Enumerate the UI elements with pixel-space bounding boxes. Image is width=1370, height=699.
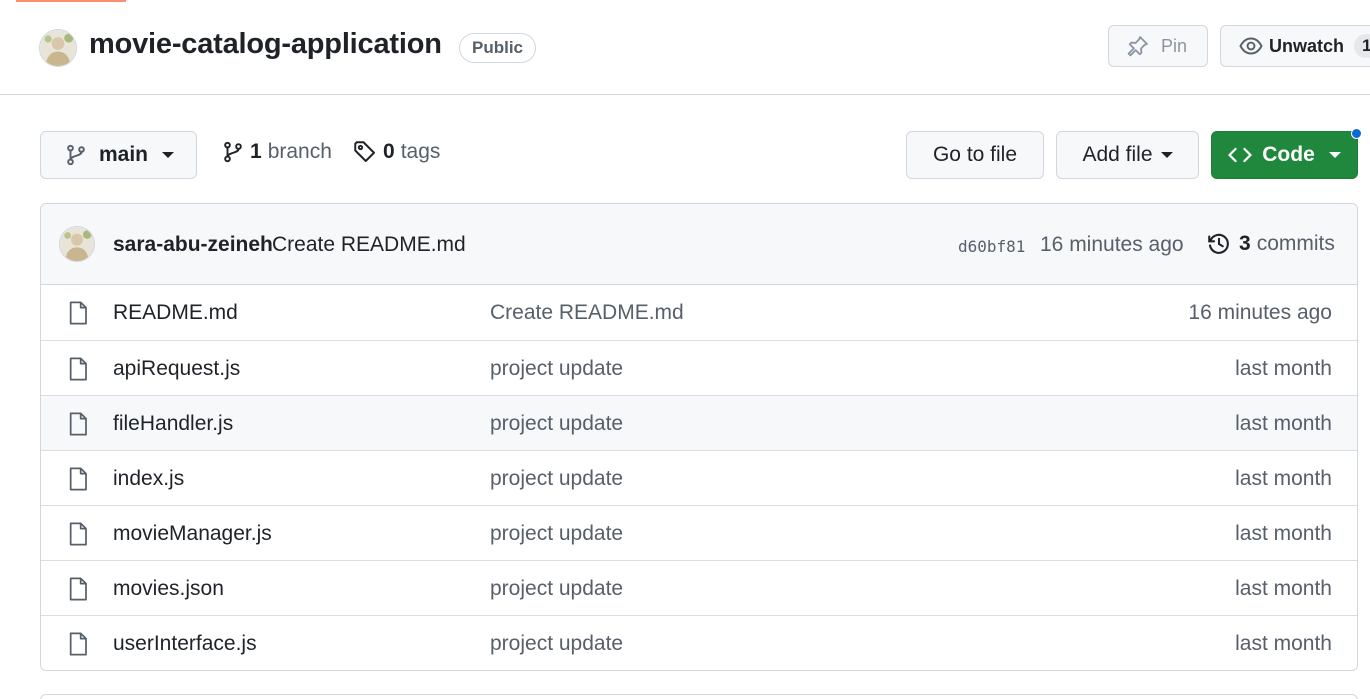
file-commit-message[interactable]: project update bbox=[490, 577, 623, 601]
file-row[interactable]: apiRequest.js project update last month bbox=[41, 340, 1357, 395]
add-file-button[interactable]: Add file bbox=[1056, 131, 1199, 179]
file-name-link[interactable]: fileHandler.js bbox=[113, 412, 233, 436]
file-icon bbox=[69, 467, 87, 491]
file-commit-message[interactable]: Create README.md bbox=[490, 301, 684, 325]
eye-icon bbox=[1239, 37, 1263, 55]
go-to-file-button[interactable]: Go to file bbox=[906, 131, 1044, 179]
file-commit-message[interactable]: project update bbox=[490, 357, 623, 381]
watch-count: 1 bbox=[1354, 34, 1370, 58]
file-name-link[interactable]: apiRequest.js bbox=[113, 357, 240, 381]
commit-author-link[interactable]: sara-abu-zeineh bbox=[113, 233, 273, 257]
file-commit-message[interactable]: project update bbox=[490, 412, 623, 436]
file-browser: sara-abu-zeineh Create README.md d60bf81… bbox=[40, 203, 1358, 671]
file-row[interactable]: README.md Create README.md 16 minutes ag… bbox=[41, 285, 1357, 340]
chevron-down-icon bbox=[162, 152, 175, 158]
file-icon bbox=[69, 412, 87, 436]
file-row[interactable]: fileHandler.js project update last month bbox=[41, 395, 1357, 450]
commits-label: commits bbox=[1256, 232, 1335, 255]
pin-label: Pin bbox=[1161, 35, 1188, 56]
chevron-down-icon bbox=[1160, 152, 1173, 158]
tag-icon bbox=[354, 141, 375, 162]
branch-count: 1 bbox=[250, 140, 262, 163]
file-commit-message[interactable]: project update bbox=[490, 632, 623, 656]
file-icon bbox=[69, 522, 87, 546]
visibility-badge: Public bbox=[459, 33, 537, 63]
file-age: 16 minutes ago bbox=[1188, 301, 1332, 324]
commits-history-link[interactable]: 3 commits bbox=[1207, 232, 1335, 256]
code-label: Code bbox=[1262, 143, 1315, 166]
notification-dot bbox=[1351, 128, 1362, 139]
git-branch-icon bbox=[67, 144, 85, 166]
branch-select-button[interactable]: main bbox=[40, 131, 197, 179]
file-age: last month bbox=[1235, 522, 1332, 545]
file-name-link[interactable]: movieManager.js bbox=[113, 522, 272, 546]
commit-sha-link[interactable]: d60bf81 bbox=[958, 237, 1025, 256]
file-age: last month bbox=[1235, 632, 1332, 655]
commit-message-link[interactable]: Create README.md bbox=[272, 233, 466, 257]
file-name-link[interactable]: userInterface.js bbox=[113, 632, 257, 656]
repo-header: movie-catalog-application Public Pin Unw… bbox=[0, 0, 1370, 95]
tag-label: tags bbox=[400, 140, 441, 163]
file-age: last month bbox=[1235, 412, 1332, 435]
file-commit-message[interactable]: project update bbox=[490, 467, 623, 491]
pin-button[interactable]: Pin bbox=[1108, 25, 1208, 67]
owner-avatar[interactable] bbox=[39, 29, 77, 67]
tag-count: 0 bbox=[383, 140, 395, 163]
file-row[interactable]: userInterface.js project update last mon… bbox=[41, 615, 1357, 670]
file-age: last month bbox=[1235, 357, 1332, 380]
latest-commit-bar: sara-abu-zeineh Create README.md d60bf81… bbox=[41, 204, 1357, 285]
readme-box bbox=[40, 694, 1358, 699]
file-icon bbox=[69, 301, 87, 325]
file-row[interactable]: index.js project update last month bbox=[41, 450, 1357, 505]
git-branch-icon bbox=[224, 141, 242, 163]
file-row[interactable]: movieManager.js project update last mont… bbox=[41, 505, 1357, 560]
chevron-down-icon bbox=[1328, 152, 1341, 158]
tags-link[interactable]: 0 tags bbox=[353, 140, 440, 164]
file-age: last month bbox=[1235, 577, 1332, 600]
file-icon bbox=[69, 357, 87, 381]
file-name-link[interactable]: movies.json bbox=[113, 577, 224, 601]
file-name-link[interactable]: README.md bbox=[113, 301, 238, 325]
pin-icon bbox=[1127, 36, 1148, 57]
file-name-link[interactable]: index.js bbox=[113, 467, 184, 491]
file-row[interactable]: movies.json project update last month bbox=[41, 560, 1357, 615]
file-commit-message[interactable]: project update bbox=[490, 522, 623, 546]
code-icon bbox=[1228, 147, 1252, 163]
commit-time: 16 minutes ago bbox=[1040, 233, 1184, 256]
code-button[interactable]: Code bbox=[1211, 131, 1358, 179]
file-icon bbox=[69, 632, 87, 656]
repo-name[interactable]: movie-catalog-application bbox=[89, 28, 442, 61]
branch-name: main bbox=[99, 143, 149, 166]
unwatch-button[interactable]: Unwatch 1 bbox=[1220, 25, 1370, 67]
unwatch-label: Unwatch bbox=[1269, 35, 1345, 56]
author-avatar[interactable] bbox=[59, 226, 95, 262]
commit-count: 3 bbox=[1239, 232, 1251, 255]
branches-link[interactable]: 1 branch bbox=[222, 140, 332, 164]
add-file-label: Add file bbox=[1082, 143, 1153, 166]
branch-label: branch bbox=[267, 140, 332, 163]
history-icon bbox=[1208, 233, 1229, 254]
file-age: last month bbox=[1235, 467, 1332, 490]
file-icon bbox=[69, 577, 87, 601]
